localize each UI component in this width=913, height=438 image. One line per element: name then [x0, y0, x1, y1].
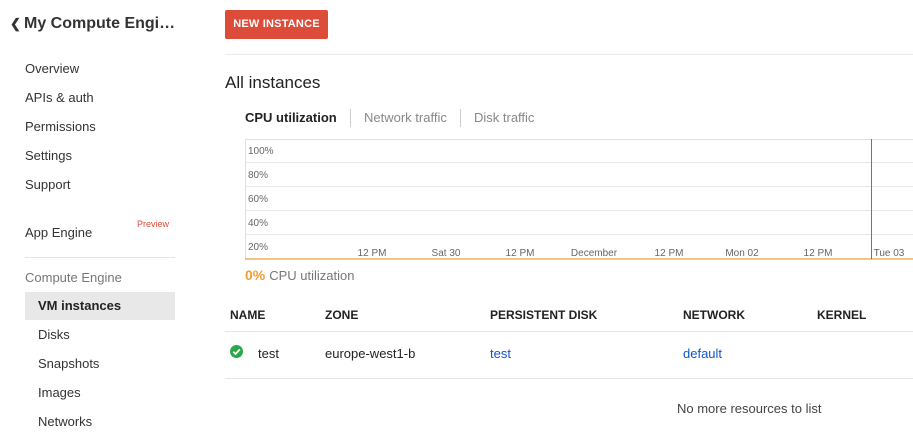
instance-network-link[interactable]: default [683, 346, 722, 361]
cpu-chart-svg: 100% 80% 60% 40% 20% 12 PM Sat 30 12 PM December… [245, 139, 913, 260]
y-tick-label: 60% [248, 194, 268, 205]
cpu-chart: 100% 80% 60% 40% 20% 12 PM Sat 30 12 PM December… [245, 139, 913, 261]
sidebar-section-compute-engine[interactable]: Compute Engine [25, 270, 122, 285]
sidebar-divider [25, 257, 175, 258]
sidebar-item-permissions[interactable]: Permissions [25, 119, 96, 134]
cpu-utilization-value: 0% [245, 267, 266, 283]
tab-disk-traffic[interactable]: Disk traffic [474, 110, 534, 125]
y-tick-label: 100% [248, 146, 274, 157]
check-circle-icon [230, 345, 243, 358]
chevron-left-icon[interactable]: ❮ [10, 16, 24, 32]
project-title-label: My Compute Engi… [24, 15, 176, 32]
x-tick-label: 12 PM [804, 248, 833, 259]
instance-zone: europe-west1-b [325, 346, 416, 361]
table-row-divider [225, 378, 913, 379]
sidebar: ❮ My Compute Engi… Overview APIs & auth P… [0, 0, 199, 438]
column-header-name[interactable]: NAME [230, 308, 265, 322]
no-more-resources: No more resources to list [677, 401, 822, 416]
preview-badge: Preview [137, 219, 170, 229]
x-tick-label: Sat 30 [432, 248, 461, 259]
page-title: All instances [225, 73, 321, 92]
project-title[interactable]: ❮ My Compute Engi… [10, 15, 175, 33]
x-tick-label: 12 PM [655, 248, 684, 259]
column-header-persistent-disk[interactable]: PERSISTENT DISK [490, 308, 597, 322]
y-tick-label: 80% [248, 170, 268, 181]
x-tick-label: 12 PM [358, 248, 387, 259]
sidebar-item-overview[interactable]: Overview [25, 61, 79, 76]
sidebar-item-app-engine[interactable]: App Engine [25, 225, 92, 240]
y-tick-label: 20% [248, 242, 268, 253]
cpu-utilization-summary: 0% CPU utilization [245, 267, 355, 283]
sidebar-item-settings[interactable]: Settings [25, 148, 72, 163]
sidebar-item-support[interactable]: Support [25, 177, 71, 192]
column-header-zone[interactable]: ZONE [325, 308, 358, 322]
new-instance-button[interactable]: NEW INSTANCE [225, 10, 328, 39]
tab-divider [460, 109, 461, 127]
table-header-divider [225, 331, 913, 332]
x-tick-label: December [571, 248, 618, 259]
sidebar-item-disks[interactable]: Disks [25, 321, 175, 349]
sidebar-item-networks[interactable]: Networks [25, 408, 175, 436]
tab-divider [350, 109, 351, 127]
y-tick-label: 40% [248, 218, 268, 229]
x-tick-label: 12 PM [506, 248, 535, 259]
tab-network-traffic[interactable]: Network traffic [364, 110, 447, 125]
column-header-kernel[interactable]: KERNEL [817, 308, 866, 322]
cpu-utilization-label: CPU utilization [269, 268, 355, 283]
header-divider [225, 54, 913, 55]
sidebar-item-images[interactable]: Images [25, 379, 175, 407]
sidebar-item-apis-auth[interactable]: APIs & auth [25, 90, 94, 105]
instance-name[interactable]: test [258, 346, 279, 361]
column-header-network[interactable]: NETWORK [683, 308, 745, 322]
x-tick-label: Mon 02 [725, 248, 759, 259]
x-tick-label: Tue 03 [874, 248, 905, 259]
tab-cpu-utilization[interactable]: CPU utilization [245, 110, 337, 125]
sidebar-item-vm-instances[interactable]: VM instances [25, 292, 175, 320]
instance-disk-link[interactable]: test [490, 346, 511, 361]
sidebar-item-snapshots[interactable]: Snapshots [25, 350, 175, 378]
